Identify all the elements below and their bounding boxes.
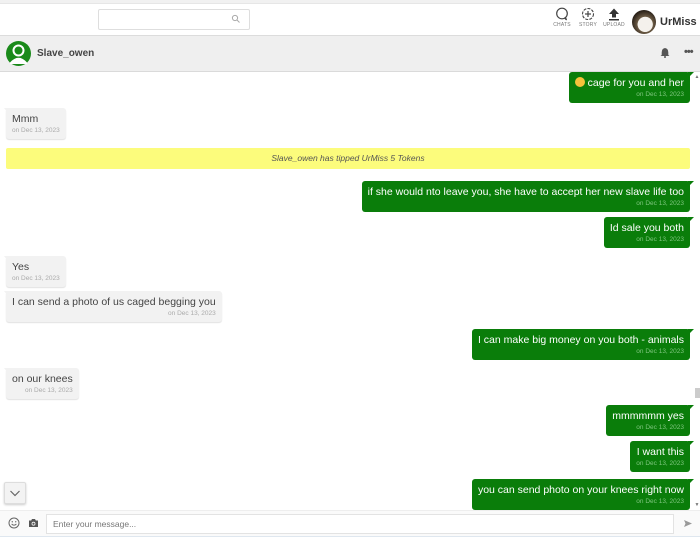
message-time: on Dec 13, 2023 <box>12 275 60 282</box>
add-story-icon <box>581 7 595 21</box>
message-incoming: Mmm on Dec 13, 2023 <box>4 108 66 139</box>
contact-avatar-icon[interactable] <box>6 41 31 66</box>
nav-chats-label: CHATS <box>553 22 571 28</box>
user-name: UrMiss <box>660 16 697 28</box>
message-list: cage for you and her on Dec 13, 2023 Mmm… <box>0 72 694 510</box>
message-time: on Dec 13, 2023 <box>25 387 73 394</box>
message-text: cage for you and her <box>587 77 684 89</box>
smiley-emoji-icon <box>574 77 585 87</box>
scroll-to-bottom-button[interactable] <box>4 482 26 504</box>
message-text: I can make big money on you both - anima… <box>477 334 684 346</box>
message-text: you can send photo on your knees right n… <box>477 484 684 496</box>
top-navbar: CHATS STORY UPLOAD UrMiss ▾ <box>0 4 700 36</box>
message-time: on Dec 13, 2023 <box>636 348 684 355</box>
message-time: on Dec 13, 2023 <box>168 310 216 317</box>
user-menu[interactable]: UrMiss ▾ <box>632 8 700 36</box>
message-text: mmmmmm yes <box>612 410 684 422</box>
message-time: on Dec 13, 2023 <box>636 498 684 505</box>
message-outgoing: I want this on Dec 13, 2023 <box>630 441 694 472</box>
message-outgoing: mmmmmm yes on Dec 13, 2023 <box>606 405 694 436</box>
tip-notification: Slave_owen has tipped UrMiss 5 Tokens <box>6 148 690 169</box>
user-avatar[interactable] <box>632 10 656 34</box>
message-outgoing: cage for you and her on Dec 13, 2023 <box>568 72 694 103</box>
send-icon[interactable] <box>683 519 693 528</box>
camera-icon[interactable] <box>28 518 39 528</box>
message-incoming: on our knees on Dec 13, 2023 <box>4 368 79 399</box>
message-text: Yes <box>12 261 30 273</box>
message-incoming: I can send a photo of us caged begging y… <box>4 291 222 322</box>
message-scrollbar[interactable]: ▲ ▼ <box>694 72 700 510</box>
scroll-up-arrow-icon[interactable]: ▲ <box>694 74 700 80</box>
message-time: on Dec 13, 2023 <box>12 127 60 134</box>
chat-header: Slave_owen ••• <box>0 36 700 72</box>
scrollbar-thumb[interactable] <box>695 388 700 398</box>
contact-name[interactable]: Slave_owen <box>37 48 94 59</box>
message-text: on our knees <box>12 373 73 385</box>
message-outgoing: you can send photo on your knees right n… <box>471 479 694 510</box>
search-input[interactable] <box>99 10 224 30</box>
bell-icon[interactable] <box>660 47 670 58</box>
message-incoming: Yes on Dec 13, 2023 <box>4 256 66 287</box>
nav-story-label: STORY <box>578 22 598 28</box>
nav-upload[interactable]: UPLOAD <box>601 7 627 35</box>
message-input[interactable] <box>46 514 674 534</box>
message-time: on Dec 13, 2023 <box>636 200 684 207</box>
message-text: I want this <box>636 446 684 458</box>
nav-chats[interactable]: CHATS <box>549 7 575 35</box>
message-time: on Dec 13, 2023 <box>636 460 684 467</box>
chat-bubble-icon <box>556 7 568 21</box>
message-outgoing: if she would nto leave you, she have to … <box>361 181 694 212</box>
message-time: on Dec 13, 2023 <box>636 424 684 431</box>
message-composer <box>0 510 700 537</box>
message-text: Mmm <box>12 113 39 125</box>
upload-icon <box>609 8 619 21</box>
message-outgoing: Id sale you both on Dec 13, 2023 <box>603 217 694 248</box>
nav-story[interactable]: STORY <box>575 7 601 35</box>
chevron-down-icon <box>10 490 20 497</box>
message-time: on Dec 13, 2023 <box>636 236 684 243</box>
search-icon[interactable] <box>231 14 241 24</box>
scroll-down-arrow-icon[interactable]: ▼ <box>694 502 700 508</box>
message-text: I can send a photo of us caged begging y… <box>12 296 216 308</box>
search-box[interactable] <box>98 9 250 30</box>
emoji-icon[interactable] <box>8 517 20 529</box>
more-options-icon[interactable]: ••• <box>684 46 694 58</box>
message-text: Id sale you both <box>609 222 684 234</box>
message-time: on Dec 13, 2023 <box>636 91 684 98</box>
message-outgoing: I can make big money on you both - anima… <box>471 329 694 360</box>
message-text: if she would nto leave you, she have to … <box>367 186 684 198</box>
nav-upload-label: UPLOAD <box>603 22 625 28</box>
